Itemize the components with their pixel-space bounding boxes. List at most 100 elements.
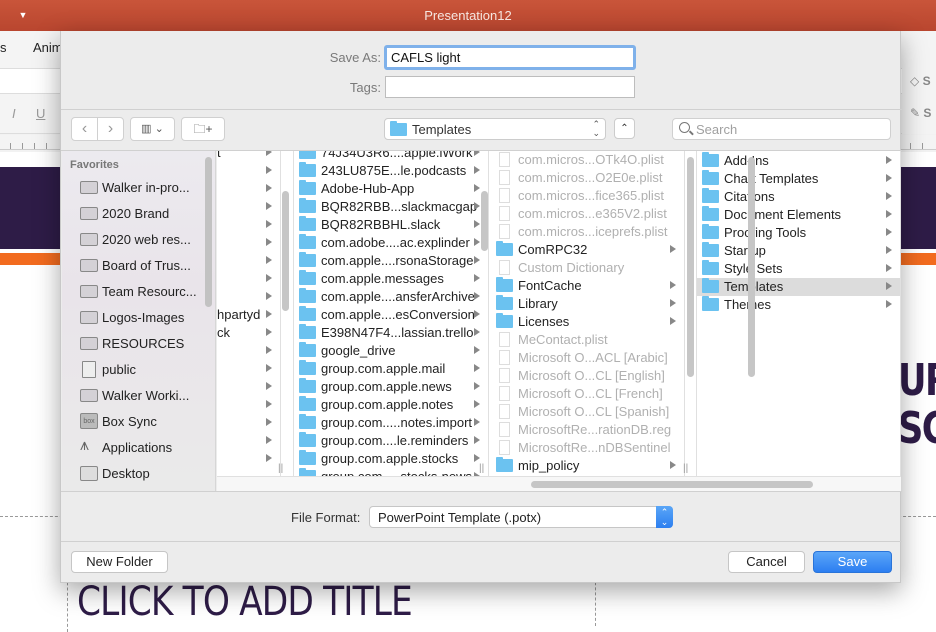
- horizontal-scrollbar[interactable]: [531, 481, 813, 488]
- file-list-item[interactable]: Citations: [697, 188, 900, 206]
- file-list-item[interactable]: Themes: [697, 296, 900, 314]
- file-list-item[interactable]: Chart Templates: [697, 170, 900, 188]
- column-4-scrollbar[interactable]: [748, 157, 755, 377]
- file-list-item[interactable]: ComRPC32: [491, 241, 684, 259]
- save-button[interactable]: Save: [813, 551, 892, 573]
- sidebar-item[interactable]: Walker in-pro...: [62, 175, 212, 201]
- tags-input[interactable]: [385, 76, 635, 98]
- file-list-item[interactable]: group.com.apple.news: [294, 378, 488, 396]
- sidebar-scrollbar[interactable]: [205, 157, 212, 307]
- column-resize-handle[interactable]: ||: [683, 463, 688, 474]
- file-list-item[interactable]: group.com.apple.stocks: [294, 450, 488, 468]
- file-list-item[interactable]: [217, 360, 280, 378]
- sidebar-item[interactable]: Walker Worki...: [62, 383, 212, 409]
- file-list-item[interactable]: Microsoft O...CL [Spanish]: [491, 403, 684, 421]
- shape-outline-icon[interactable]: ✎ S: [910, 106, 931, 120]
- file-list-item[interactable]: Startup: [697, 242, 900, 260]
- file-list-item[interactable]: [217, 270, 280, 288]
- sidebar-item[interactable]: public: [62, 357, 212, 383]
- file-list-item[interactable]: Document Elements: [697, 206, 900, 224]
- file-list-item[interactable]: [217, 234, 280, 252]
- file-list-item[interactable]: MeContact.plist: [491, 331, 684, 349]
- column-resize-handle[interactable]: ||: [278, 463, 283, 474]
- file-list-item[interactable]: [217, 252, 280, 270]
- file-list-item[interactable]: [217, 162, 280, 180]
- sidebar-item[interactable]: ⩚ Applications: [62, 435, 212, 461]
- file-list-item[interactable]: MicrosoftRe...rationDB.reg: [491, 421, 684, 439]
- file-list-item[interactable]: [217, 432, 280, 450]
- file-list-item[interactable]: group.com.apple.notes: [294, 396, 488, 414]
- file-list-item[interactable]: t: [217, 151, 280, 162]
- title-placeholder[interactable]: CLICK TO ADD TITLE: [77, 579, 413, 625]
- file-list-item[interactable]: com.micros...e365V2.plist: [491, 205, 684, 223]
- file-list-item[interactable]: Add-Ins: [697, 152, 900, 170]
- column-resize-handle[interactable]: ||: [479, 463, 484, 474]
- file-list-item[interactable]: com.apple....ansferArchive: [294, 288, 488, 306]
- file-list-item[interactable]: com.micros...OTk4O.plist: [491, 151, 684, 169]
- file-list-item[interactable]: E398N47F4...lassian.trello: [294, 324, 488, 342]
- file-list-item[interactable]: BQR82RBB...slackmacgap: [294, 198, 488, 216]
- file-list-item[interactable]: com.apple.messages: [294, 270, 488, 288]
- file-list-item[interactable]: hpartyd: [217, 306, 280, 324]
- column-2-scrollbar[interactable]: [481, 191, 488, 251]
- file-list-item[interactable]: [217, 216, 280, 234]
- file-list-item[interactable]: 74J34U3R6....apple.iWork: [294, 151, 488, 162]
- sidebar-item[interactable]: Team Resourc...: [62, 279, 212, 305]
- ribbon-tab-partial[interactable]: s: [0, 40, 7, 55]
- file-list-item[interactable]: mip_policy: [491, 457, 684, 475]
- cancel-button[interactable]: Cancel: [728, 551, 805, 573]
- file-list-item[interactable]: Adobe-Hub-App: [294, 180, 488, 198]
- collapse-dialog-button[interactable]: ⌃: [614, 118, 635, 139]
- file-list-item[interactable]: com.apple....rsonaStorage: [294, 252, 488, 270]
- sidebar-item[interactable]: Logos-Images: [62, 305, 212, 331]
- file-list-item[interactable]: [217, 180, 280, 198]
- ribbon-tab-animations[interactable]: Anim: [33, 40, 63, 55]
- file-list-item[interactable]: [217, 450, 280, 468]
- search-field[interactable]: Search: [672, 118, 891, 140]
- save-as-input[interactable]: CAFLS light: [384, 45, 636, 70]
- file-list-item[interactable]: 243LU875E...le.podcasts: [294, 162, 488, 180]
- file-list-item[interactable]: com.micros...fice365.plist: [491, 187, 684, 205]
- file-list-item[interactable]: group.com.apple.mail: [294, 360, 488, 378]
- file-list-item[interactable]: Microsoft O...CL [English]: [491, 367, 684, 385]
- sidebar-item[interactable]: 2020 Brand: [62, 201, 212, 227]
- file-list-item[interactable]: BQR82RBBHL.slack: [294, 216, 488, 234]
- file-list-item[interactable]: group.com.....notes.import: [294, 414, 488, 432]
- file-list-item[interactable]: com.micros...iceprefs.plist: [491, 223, 684, 241]
- file-list-item[interactable]: google_drive: [294, 342, 488, 360]
- file-list-item[interactable]: FontCache: [491, 277, 684, 295]
- file-list-item[interactable]: Microsoft O...CL [French]: [491, 385, 684, 403]
- file-list-item[interactable]: com.apple....esConversion: [294, 306, 488, 324]
- file-format-select[interactable]: PowerPoint Template (.potx) ⌃ ⌄: [369, 506, 673, 528]
- sidebar-item[interactable]: Board of Trus...: [62, 253, 212, 279]
- sidebar-item[interactable]: RESOURCES: [62, 331, 212, 357]
- forward-button[interactable]: ›: [97, 117, 124, 141]
- file-list-item[interactable]: Style Sets: [697, 260, 900, 278]
- back-button[interactable]: ‹: [71, 117, 98, 141]
- file-list-item[interactable]: ck: [217, 324, 280, 342]
- view-mode-button[interactable]: ▥ ⌄: [130, 117, 175, 141]
- file-list-item[interactable]: MicrosoftRe...nDBSentinel: [491, 439, 684, 457]
- italic-button[interactable]: I: [12, 106, 16, 121]
- file-list-item[interactable]: Microsoft O...ACL [Arabic]: [491, 349, 684, 367]
- file-list-item[interactable]: [217, 198, 280, 216]
- file-list-item[interactable]: com.micros...O2E0e.plist: [491, 169, 684, 187]
- quick-access-dropdown-icon[interactable]: ▼: [18, 10, 28, 20]
- file-list-item[interactable]: [217, 378, 280, 396]
- shape-fill-icon[interactable]: ◇ S: [910, 74, 931, 88]
- location-popup[interactable]: Templates ⌃ ⌄: [384, 118, 606, 140]
- sidebar-item[interactable]: box Box Sync: [62, 409, 212, 435]
- new-folder-button[interactable]: New Folder: [71, 551, 168, 573]
- file-list-item[interactable]: [217, 288, 280, 306]
- file-list-item[interactable]: Licenses: [491, 313, 684, 331]
- new-folder-icon-button[interactable]: 🗀+: [181, 117, 225, 141]
- file-list-item[interactable]: group.com.....stocks-news: [294, 468, 488, 476]
- file-list-item[interactable]: Library: [491, 295, 684, 313]
- file-list-item[interactable]: group.com....le.reminders: [294, 432, 488, 450]
- file-list-item[interactable]: [217, 396, 280, 414]
- column-3-scrollbar[interactable]: [687, 157, 694, 377]
- sidebar-item[interactable]: Desktop: [62, 461, 212, 487]
- file-list-item[interactable]: com.adobe....ac.explinder: [294, 234, 488, 252]
- sidebar-item[interactable]: 2020 web res...: [62, 227, 212, 253]
- file-list-item[interactable]: [217, 414, 280, 432]
